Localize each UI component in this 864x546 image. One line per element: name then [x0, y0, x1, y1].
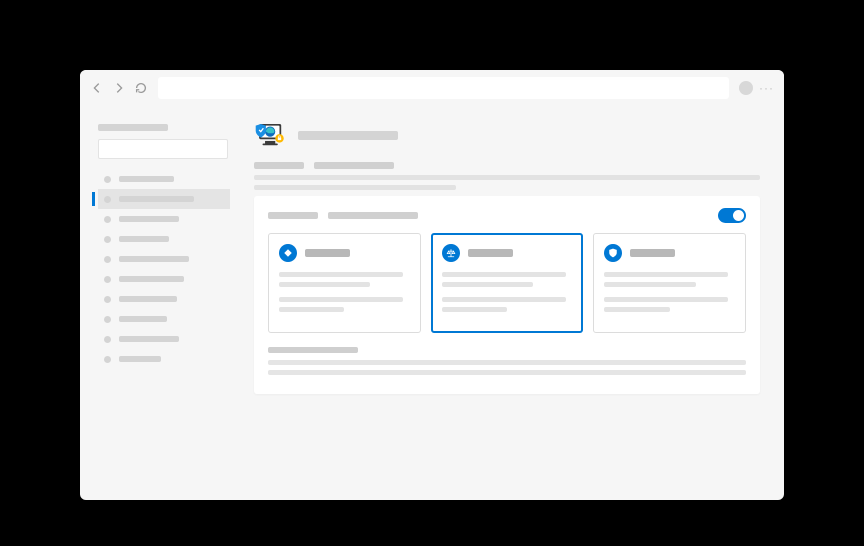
section-subheader: [254, 162, 760, 169]
panel-label-b: [328, 212, 418, 219]
menu-button[interactable]: ···: [759, 81, 774, 95]
shield-icon: [604, 244, 622, 262]
tracking-toggle[interactable]: [718, 208, 746, 223]
sidebar-item-7[interactable]: [98, 309, 230, 329]
sidebar-heading: [98, 124, 168, 131]
privacy-logo-icon: [254, 120, 288, 150]
card-line: [604, 272, 728, 277]
footer-label: [268, 347, 358, 353]
sidebar-item-label: [119, 276, 184, 282]
sidebar-item-8[interactable]: [98, 329, 230, 349]
toggle-knob: [733, 210, 744, 221]
toolbar-right: ···: [739, 81, 774, 95]
sidebar-item-label: [119, 216, 179, 222]
subheader-label-b: [314, 162, 394, 169]
sidebar-item-3[interactable]: [98, 229, 230, 249]
sidebar-item-label: [119, 316, 167, 322]
bullet-icon: [104, 296, 111, 303]
panel-footer: [268, 347, 746, 375]
card-line: [442, 282, 533, 287]
sidebar-item-4[interactable]: [98, 249, 230, 269]
nav-controls: [90, 81, 148, 95]
card-title: [305, 249, 350, 257]
footer-line: [268, 360, 746, 365]
sidebar-item-2[interactable]: [98, 209, 230, 229]
browser-toolbar: ···: [80, 70, 784, 106]
bullet-icon: [104, 216, 111, 223]
sidebar-item-label: [119, 176, 174, 182]
page-body: [80, 106, 784, 500]
panel-label-a: [268, 212, 318, 219]
card-line: [442, 272, 566, 277]
sidebar-item-label: [119, 356, 161, 362]
card-line: [604, 282, 695, 287]
profile-avatar[interactable]: [739, 81, 753, 95]
bullet-icon: [104, 256, 111, 263]
sidebar-item-label: [119, 296, 177, 302]
sidebar-item-6[interactable]: [98, 289, 230, 309]
card-title: [630, 249, 675, 257]
page-header: [254, 120, 760, 150]
bullet-icon: [104, 196, 111, 203]
card-line: [279, 272, 403, 277]
refresh-button[interactable]: [134, 81, 148, 95]
settings-sidebar: [80, 106, 240, 500]
prevention-card-0[interactable]: [268, 233, 421, 333]
sidebar-item-9[interactable]: [98, 349, 230, 369]
address-bar[interactable]: [158, 77, 729, 99]
sidebar-item-0[interactable]: [98, 169, 230, 189]
card-line: [604, 307, 669, 312]
bullet-icon: [104, 356, 111, 363]
page-title: [298, 131, 398, 140]
sidebar-item-label: [119, 256, 189, 262]
description-line: [254, 175, 760, 180]
diamond-icon: [279, 244, 297, 262]
description-line: [254, 185, 456, 190]
balance-icon: [442, 244, 460, 262]
subheader-label-a: [254, 162, 304, 169]
card-line: [279, 307, 344, 312]
sidebar-search-input[interactable]: [98, 139, 228, 159]
sidebar-item-label: [119, 196, 194, 202]
sidebar-item-1[interactable]: [98, 189, 230, 209]
card-title: [468, 249, 513, 257]
panel-header: [268, 208, 746, 223]
card-line: [279, 297, 403, 302]
sidebar-item-label: [119, 236, 169, 242]
bullet-icon: [104, 276, 111, 283]
bullet-icon: [104, 236, 111, 243]
prevention-card-1[interactable]: [431, 233, 584, 333]
tracking-prevention-panel: [254, 196, 760, 394]
prevention-card-2[interactable]: [593, 233, 746, 333]
sidebar-item-5[interactable]: [98, 269, 230, 289]
sidebar-item-label: [119, 336, 179, 342]
card-line: [604, 297, 728, 302]
card-line: [442, 307, 507, 312]
card-line: [279, 282, 370, 287]
browser-window: ···: [80, 70, 784, 500]
back-button[interactable]: [90, 81, 104, 95]
forward-button[interactable]: [112, 81, 126, 95]
bullet-icon: [104, 336, 111, 343]
main-content: [240, 106, 784, 500]
footer-line: [268, 370, 746, 375]
prevention-level-cards: [268, 233, 746, 333]
bullet-icon: [104, 316, 111, 323]
bullet-icon: [104, 176, 111, 183]
card-line: [442, 297, 566, 302]
